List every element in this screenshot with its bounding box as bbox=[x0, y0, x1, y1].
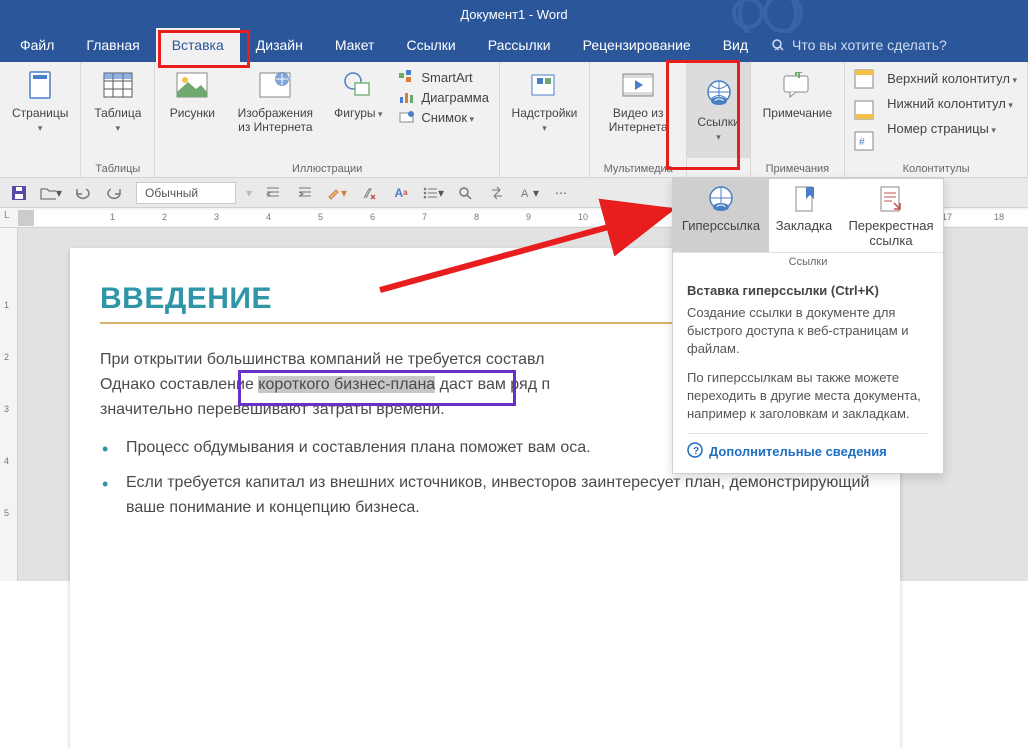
indent-decrease-button[interactable] bbox=[262, 182, 284, 204]
group-pages: Страницы bbox=[0, 62, 81, 177]
tab-file[interactable]: Файл bbox=[4, 28, 70, 62]
tooltip-text-1: Создание ссылки в документе для быстрого… bbox=[687, 304, 929, 359]
group-media: Видео из Интернета Мультимедиа bbox=[590, 62, 687, 177]
link-globe-icon bbox=[702, 77, 736, 111]
shapes-button[interactable]: Фигуры bbox=[329, 66, 387, 122]
info-icon: ? bbox=[687, 442, 703, 461]
globe-picture-icon bbox=[258, 68, 292, 102]
chart-button[interactable]: Диаграмма bbox=[397, 88, 491, 106]
crossref-button[interactable]: Перекрестная ссылка bbox=[839, 179, 943, 252]
tooltip-title: Вставка гиперссылки (Ctrl+K) bbox=[687, 283, 929, 298]
crossref-icon bbox=[878, 185, 904, 218]
group-tables: Таблица Таблицы bbox=[81, 62, 155, 177]
bullet-2: Если требуется капитал из внешних источн… bbox=[122, 471, 870, 521]
selected-text[interactable]: короткого бизнес-плана bbox=[258, 376, 435, 393]
links-button[interactable]: Ссылки bbox=[687, 62, 749, 158]
screenshot-icon bbox=[399, 109, 415, 125]
style-selector[interactable]: Обычный bbox=[136, 182, 236, 204]
redo-button[interactable] bbox=[104, 182, 126, 204]
tab-mailings[interactable]: Рассылки bbox=[472, 28, 567, 62]
hyperlink-button[interactable]: Гиперссылка bbox=[673, 179, 769, 252]
highlight-button[interactable]: ▾ bbox=[326, 182, 348, 204]
group-links: Ссылки bbox=[687, 62, 750, 177]
table-icon bbox=[101, 68, 135, 102]
screenshot-button[interactable]: Снимок bbox=[397, 108, 491, 126]
save-button[interactable] bbox=[8, 182, 30, 204]
table-button[interactable]: Таблица bbox=[89, 66, 147, 136]
tab-references[interactable]: Ссылки bbox=[390, 28, 471, 62]
group-label-headers: Колонтитулы bbox=[903, 161, 970, 175]
group-comments: Примечание Примечания bbox=[751, 62, 845, 177]
footer-thumb-icon bbox=[853, 99, 875, 126]
svg-text:?: ? bbox=[693, 446, 699, 457]
page-icon bbox=[23, 68, 57, 102]
pagenum-thumb-icon: # bbox=[853, 130, 875, 157]
tell-me-search[interactable]: Что вы хотите сделать? bbox=[770, 37, 947, 53]
open-button[interactable]: ▾ bbox=[40, 182, 62, 204]
find-button[interactable] bbox=[454, 182, 476, 204]
indent-increase-button[interactable] bbox=[294, 182, 316, 204]
undo-button[interactable] bbox=[72, 182, 94, 204]
document-title: Документ1 - Word bbox=[460, 7, 567, 22]
group-label-media: Мультимедиа bbox=[604, 161, 673, 175]
comment-button[interactable]: Примечание bbox=[759, 66, 836, 122]
tab-home[interactable]: Главная bbox=[70, 28, 155, 62]
tell-me-text: Что вы хотите сделать? bbox=[792, 37, 947, 53]
tab-design[interactable]: Дизайн bbox=[240, 28, 319, 62]
ruler-unit: L bbox=[4, 210, 10, 221]
chart-icon bbox=[399, 89, 415, 105]
pictures-button[interactable]: Рисунки bbox=[163, 66, 221, 122]
hyperlink-icon bbox=[704, 185, 738, 218]
group-label-illustrations: Иллюстрации bbox=[292, 161, 362, 175]
pages-button[interactable]: Страницы bbox=[8, 66, 72, 136]
group-label-pages bbox=[39, 161, 42, 175]
group-headers: # Верхний колонтитул Нижний колонтитул Н… bbox=[845, 62, 1028, 177]
tooltip-text-2: По гиперссылкам вы также можете переходи… bbox=[687, 369, 929, 424]
group-addins: Надстройки bbox=[500, 62, 590, 177]
group-illustrations: Рисунки Изображения из Интернета Фигуры … bbox=[155, 62, 500, 177]
svg-text:#: # bbox=[859, 137, 865, 148]
video-icon bbox=[621, 68, 655, 102]
bullets-button[interactable]: ▾ bbox=[422, 182, 444, 204]
addins-button[interactable]: Надстройки bbox=[508, 66, 582, 136]
bookmark-button[interactable]: Закладка bbox=[769, 179, 839, 252]
tab-layout[interactable]: Макет bbox=[319, 28, 391, 62]
popup-group-label: Ссылки bbox=[673, 253, 943, 273]
online-video-button[interactable]: Видео из Интернета bbox=[598, 66, 678, 136]
shapes-icon bbox=[341, 68, 375, 102]
tooltip-more-link[interactable]: ? Дополнительные сведения bbox=[687, 433, 929, 461]
font-dialog-button[interactable]: A▾ bbox=[518, 182, 540, 204]
smartart-icon bbox=[399, 69, 415, 85]
decoration bbox=[728, 0, 908, 36]
font-color-button[interactable]: Aa bbox=[390, 182, 412, 204]
vertical-ruler[interactable]: 12345 bbox=[0, 228, 18, 581]
picture-icon bbox=[175, 68, 209, 102]
replace-button[interactable] bbox=[486, 182, 508, 204]
title-bar: Документ1 - Word bbox=[0, 0, 1028, 28]
hyperlink-tooltip: Вставка гиперссылки (Ctrl+K) Создание сс… bbox=[673, 273, 943, 473]
header-thumb-icon bbox=[853, 68, 875, 95]
footer-button[interactable]: Нижний колонтитул bbox=[885, 95, 1019, 112]
links-dropdown: Гиперссылка Закладка Перекрестная ссылка… bbox=[672, 178, 944, 474]
comment-icon bbox=[780, 68, 814, 102]
tab-review[interactable]: Рецензирование bbox=[567, 28, 707, 62]
svg-text:A: A bbox=[521, 188, 529, 200]
smartart-button[interactable]: SmartArt bbox=[397, 68, 491, 86]
ribbon: Страницы Таблица Таблицы Рисунки Изображ… bbox=[0, 62, 1028, 178]
more-button[interactable]: ⋯ bbox=[550, 182, 572, 204]
clear-formatting-button[interactable] bbox=[358, 182, 380, 204]
group-label-comments: Примечания bbox=[766, 161, 830, 175]
tab-insert[interactable]: Вставка bbox=[156, 28, 240, 62]
group-label-tables: Таблицы bbox=[95, 161, 140, 175]
addins-icon bbox=[527, 68, 561, 102]
pagenum-button[interactable]: Номер страницы bbox=[885, 120, 1019, 137]
header-button[interactable]: Верхний колонтитул bbox=[885, 70, 1019, 87]
online-pictures-button[interactable]: Изображения из Интернета bbox=[231, 66, 319, 136]
bookmark-icon bbox=[791, 185, 817, 218]
